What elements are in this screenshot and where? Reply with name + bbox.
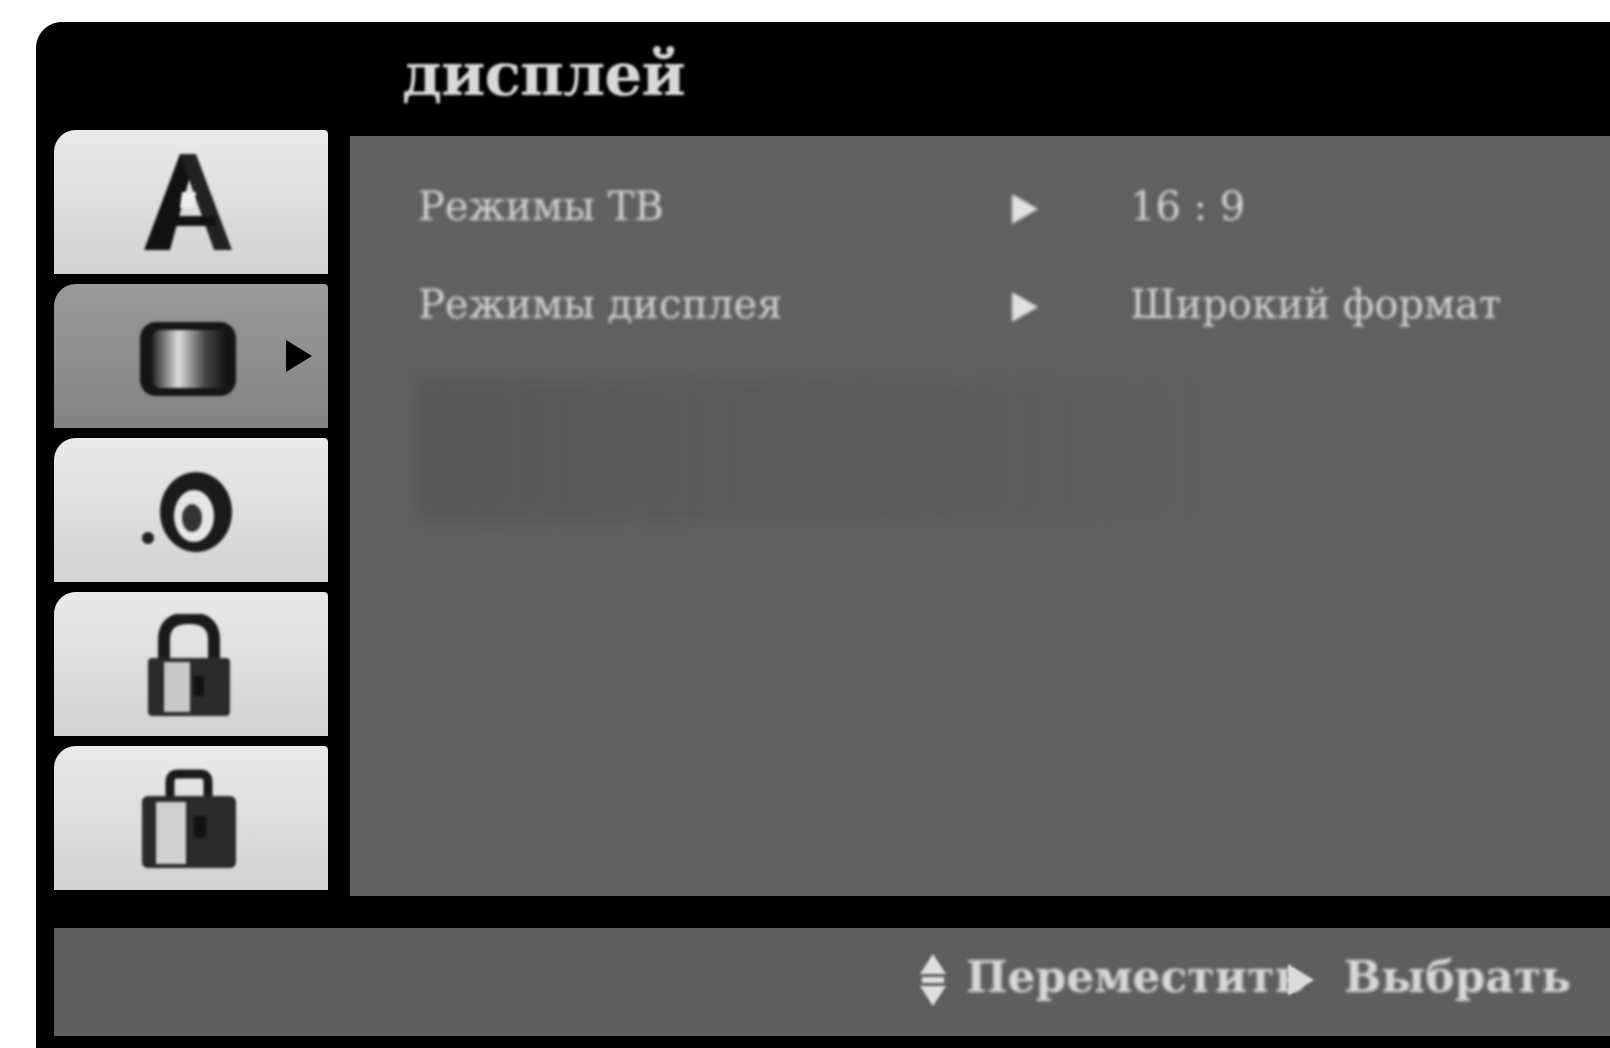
menu-title: дисплей xyxy=(402,40,686,110)
settings-panel: Режимы ТВ 16 : 9 Режимы дисплея Широкий … xyxy=(350,136,1610,896)
pointer-arrow-icon xyxy=(1012,292,1038,322)
disabled-setting-area xyxy=(418,380,1218,520)
setting-label: Режимы дисплея xyxy=(418,282,783,328)
pointer-arrow-icon xyxy=(1012,194,1038,224)
lock-icon xyxy=(148,614,230,716)
setup-menu-screen: дисплей Режимы ТВ 16: 9 Режимы дисплея … xyxy=(36,22,1610,1048)
tab-lock[interactable] xyxy=(54,592,328,736)
audio-speaker-icon xyxy=(142,472,232,552)
setting-row-tv-aspect[interactable]: Режимы ТВ 16 : 9 xyxy=(418,184,1598,244)
tab-display[interactable] xyxy=(54,284,328,428)
setting-value: 16 : 9 xyxy=(1130,184,1246,230)
selected-arrow-icon xyxy=(286,340,312,372)
tab-others[interactable] xyxy=(54,746,328,890)
select-hint: Выбрать xyxy=(1344,952,1572,1003)
up-down-arrows-icon xyxy=(920,954,946,1006)
others-briefcase-icon xyxy=(142,769,236,868)
footer-hint-bar: Переместить Выбрать xyxy=(54,928,1610,1036)
language-icon xyxy=(144,154,232,250)
setting-row-display-mode[interactable]: Режимы дисплея Широкий формат xyxy=(418,282,1598,342)
setting-value: Широкий формат xyxy=(1130,282,1502,328)
setting-label: Режимы ТВ xyxy=(418,184,664,230)
tab-language[interactable] xyxy=(54,130,328,274)
tab-audio[interactable] xyxy=(54,438,328,582)
display-tv-icon xyxy=(140,322,236,396)
move-hint: Переместить xyxy=(966,952,1305,1003)
enter-arrow-icon xyxy=(1288,964,1314,996)
